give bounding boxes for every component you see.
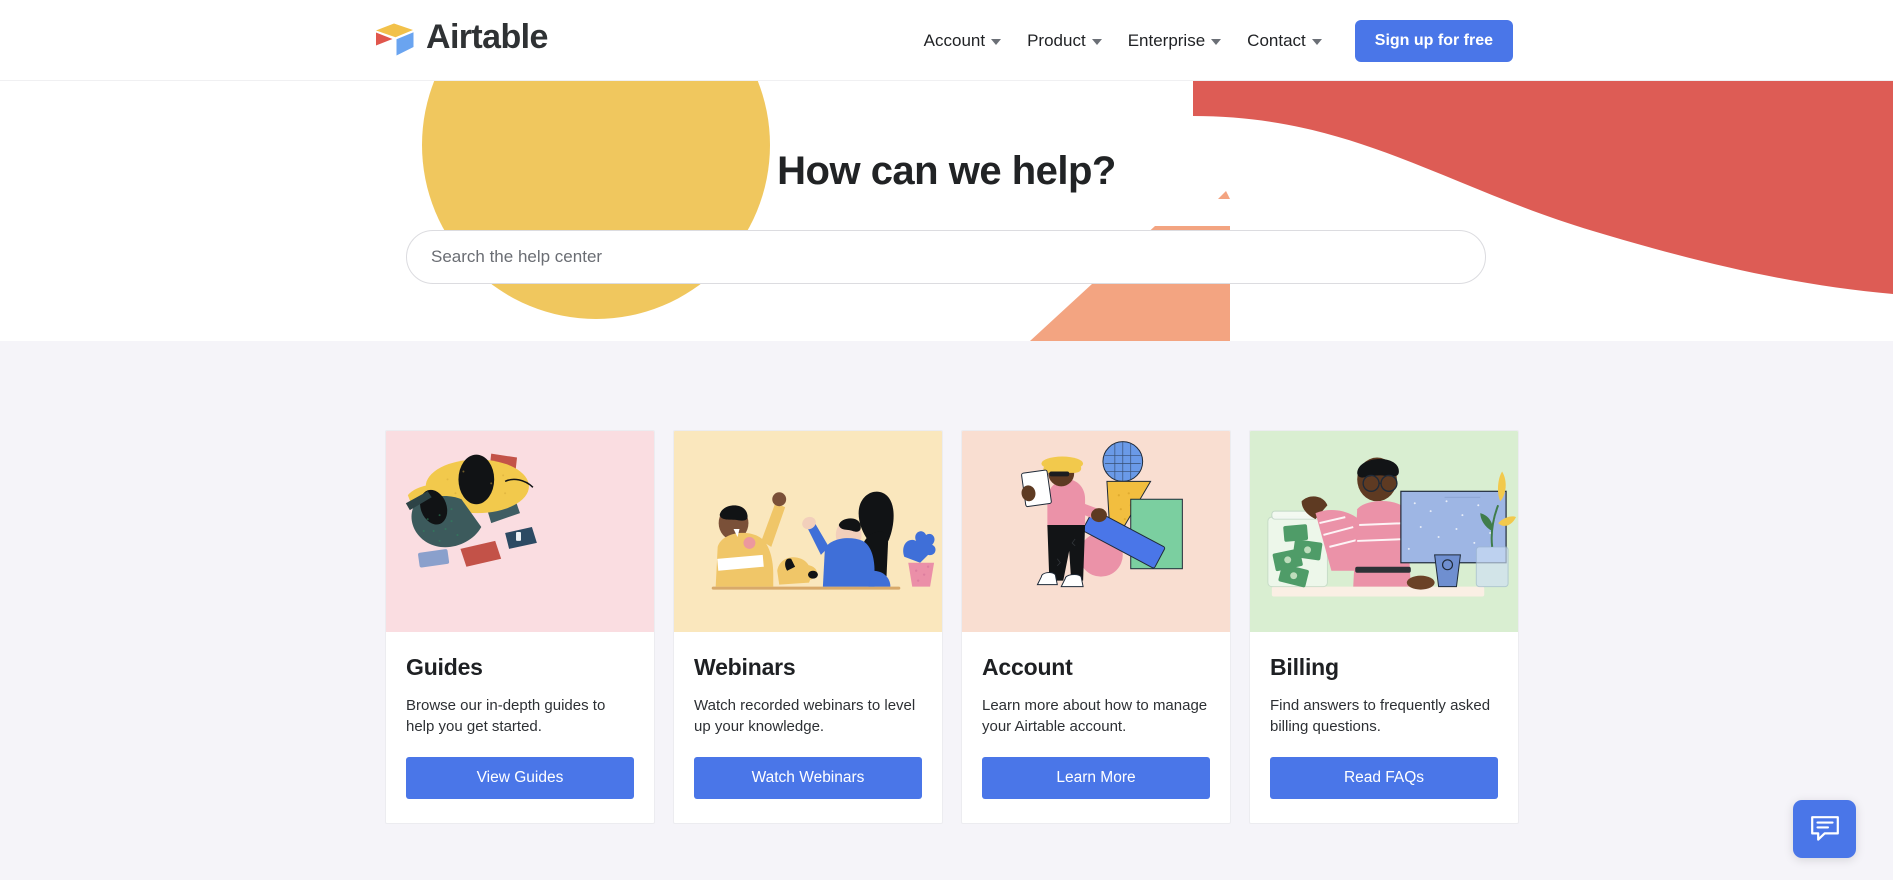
sign-up-button[interactable]: Sign up for free <box>1354 19 1513 62</box>
card-guides-title: Guides <box>406 654 483 680</box>
view-guides-button[interactable]: View Guides <box>406 757 634 799</box>
site-header: Airtable Account Product Enterprise Cont… <box>0 0 1893 81</box>
watch-webinars-button[interactable]: Watch Webinars <box>694 757 922 799</box>
person-reading-books-illustration <box>386 431 654 632</box>
search-input[interactable] <box>406 230 1486 284</box>
card-guides-body: Guides Browse our in-depth guides to hel… <box>386 632 654 823</box>
airtable-logo-text: Airtable <box>426 18 548 56</box>
nav-item-enterprise-label: Enterprise <box>1127 30 1206 50</box>
chevron-down-icon <box>991 39 1002 45</box>
card-webinars[interactable]: Webinars Watch recorded webinars to leve… <box>673 430 943 824</box>
card-webinars-title: Webinars <box>694 654 796 680</box>
nav-item-account[interactable]: Account <box>911 31 1014 51</box>
chat-widget-button[interactable] <box>1793 800 1856 858</box>
card-guides-description: Browse our in-depth guides to help you g… <box>406 697 606 736</box>
decorative-red-wave <box>1193 81 1893 341</box>
learn-more-button[interactable]: Learn More <box>982 757 1210 799</box>
nav-item-product-label: Product <box>1027 30 1086 50</box>
card-guides[interactable]: Guides Browse our in-depth guides to hel… <box>385 430 655 824</box>
people-at-table-with-dog-illustration <box>674 431 942 632</box>
person-at-monitor-money-jar-illustration <box>1250 431 1518 632</box>
airtable-logo-link[interactable]: Airtable <box>374 20 548 57</box>
card-account[interactable]: Account Learn more about how to manage y… <box>961 430 1231 824</box>
page-title: How can we help? <box>777 149 1116 193</box>
card-webinars-description: Watch recorded webinars to level up your… <box>694 697 916 736</box>
chevron-down-icon <box>1211 39 1222 45</box>
card-billing-description: Find answers to frequently asked billing… <box>1270 697 1491 736</box>
main-nav: Account Product Enterprise Contact Sign … <box>911 0 1513 81</box>
hero-section: How can we help? <box>0 81 1893 341</box>
nav-item-enterprise[interactable]: Enterprise <box>1115 31 1234 51</box>
card-account-title: Account <box>982 654 1073 680</box>
chevron-down-icon <box>1311 39 1322 45</box>
help-categories-section: Guides Browse our in-depth guides to hel… <box>0 341 1893 880</box>
read-faqs-button[interactable]: Read FAQs <box>1270 757 1498 799</box>
chat-bubble-icon <box>1810 814 1840 845</box>
nav-item-contact[interactable]: Contact <box>1234 31 1335 51</box>
airtable-logo-icon <box>374 21 416 57</box>
search-container <box>406 230 1486 284</box>
help-categories-row: Guides Browse our in-depth guides to hel… <box>385 430 1519 824</box>
card-billing-title: Billing <box>1270 654 1339 680</box>
person-with-clipboard-shapes-illustration <box>962 431 1230 632</box>
card-account-description: Learn more about how to manage your Airt… <box>982 697 1208 736</box>
nav-item-contact-label: Contact <box>1247 30 1306 50</box>
chevron-down-icon <box>1091 39 1102 45</box>
nav-item-account-label: Account <box>923 30 986 50</box>
card-account-body: Account Learn more about how to manage y… <box>962 632 1230 823</box>
card-billing-body: Billing Find answers to frequently asked… <box>1250 632 1518 823</box>
card-billing[interactable]: Billing Find answers to frequently asked… <box>1249 430 1519 824</box>
card-webinars-body: Webinars Watch recorded webinars to leve… <box>674 632 942 823</box>
nav-item-product[interactable]: Product <box>1014 31 1115 51</box>
